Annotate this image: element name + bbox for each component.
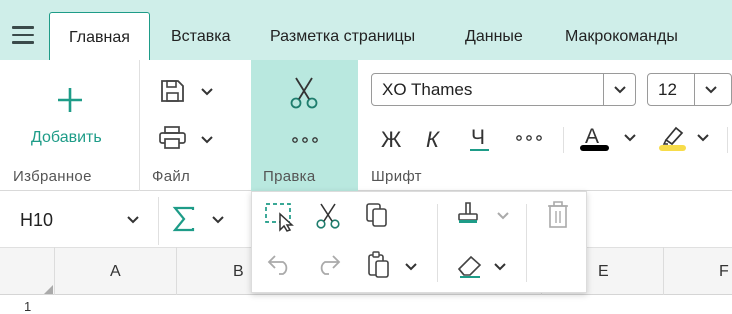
chevron-down-icon[interactable] (127, 216, 139, 224)
font-size-dropdown[interactable]: 12 (647, 73, 732, 106)
group-label-edit: Правка (263, 168, 316, 185)
svg-text:A: A (585, 125, 599, 148)
select-icon[interactable] (265, 203, 297, 232)
print-icon[interactable] (159, 126, 186, 150)
plus-icon[interactable] (57, 87, 83, 113)
divider (139, 60, 140, 191)
chevron-down-icon[interactable] (497, 212, 509, 220)
chevron-down-icon[interactable] (201, 136, 213, 144)
font-size-value: 12 (658, 80, 677, 99)
add-button[interactable]: Добавить (31, 129, 102, 147)
italic-icon[interactable]: К (426, 127, 446, 152)
chevron-down-icon[interactable] (212, 216, 224, 224)
eraser-icon[interactable] (456, 252, 484, 278)
tab-page-layout[interactable]: Разметка страницы (270, 12, 415, 60)
chevron-down-icon[interactable] (624, 134, 636, 142)
svg-text:К: К (426, 127, 440, 152)
bold-icon[interactable]: Ж (381, 127, 403, 152)
font-name-dropdown[interactable]: XO Thames (371, 73, 636, 106)
svg-text:Ч: Ч (471, 126, 485, 149)
column-header-e[interactable]: E (598, 263, 609, 281)
font-color-icon[interactable]: A (580, 124, 610, 152)
sigma-icon[interactable] (172, 206, 195, 232)
scissors-icon[interactable] (290, 77, 318, 109)
chevron-down-icon[interactable] (405, 263, 417, 271)
brush-icon[interactable] (455, 202, 481, 230)
copy-icon[interactable] (365, 202, 389, 228)
chevron-down-icon[interactable] (697, 134, 709, 142)
undo-icon[interactable] (267, 253, 293, 275)
divider (526, 204, 527, 282)
chevron-down-icon (705, 86, 717, 94)
tab-data[interactable]: Данные (465, 12, 523, 60)
divider (158, 197, 159, 245)
more-icon[interactable] (292, 137, 318, 143)
underline-icon[interactable]: Ч (470, 126, 490, 152)
font-name-value: XO Thames (382, 80, 473, 99)
svg-text:Ж: Ж (381, 127, 402, 152)
chevron-down-icon[interactable] (494, 263, 506, 271)
hamburger-icon[interactable] (12, 26, 34, 44)
group-label-font: Шрифт (371, 168, 422, 185)
tab-insert[interactable]: Вставка (171, 12, 230, 60)
column-header-f[interactable]: F (719, 263, 729, 281)
redo-icon[interactable] (315, 253, 341, 275)
column-header-b[interactable]: B (233, 263, 244, 281)
highlighter-icon[interactable] (659, 124, 687, 152)
trash-icon[interactable] (546, 201, 570, 229)
row-1 (0, 295, 732, 309)
tab-bar: Главная Вставка Разметка страницы Данные… (0, 0, 732, 60)
paste-icon[interactable] (367, 251, 391, 279)
divider (437, 204, 438, 282)
divider (563, 127, 564, 153)
more-icon[interactable] (516, 135, 542, 141)
scissors-icon[interactable] (316, 203, 340, 229)
edit-popup-menu (251, 191, 587, 293)
column-header-a[interactable]: A (110, 263, 121, 281)
group-label-file: Файл (152, 168, 191, 185)
select-all-corner[interactable] (44, 285, 53, 294)
chevron-down-icon (614, 86, 626, 94)
tab-macros[interactable]: Макрокоманды (565, 12, 678, 60)
save-icon[interactable] (160, 79, 186, 103)
divider (727, 127, 728, 153)
row-header-1[interactable]: 1 (24, 299, 31, 314)
cell-reference[interactable]: H10 (20, 210, 53, 231)
tab-home[interactable]: Главная (49, 12, 150, 60)
chevron-down-icon[interactable] (201, 88, 213, 96)
group-label-favorites: Избранное (13, 168, 92, 185)
